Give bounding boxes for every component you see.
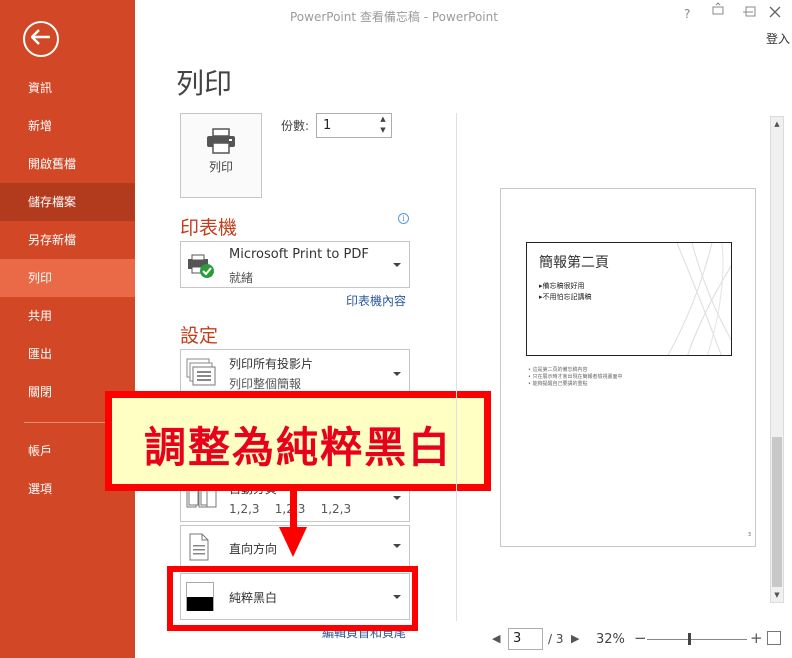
sidebar-item-print[interactable]: 列印 [0, 259, 135, 297]
sidebar-item-info[interactable]: 資訊 [0, 69, 135, 107]
previous-page-icon[interactable]: ◀ [492, 632, 500, 645]
slides-range-sub: 列印整個簡報 [229, 377, 302, 391]
maximize-button[interactable] [745, 6, 757, 21]
maximize-icon [745, 6, 757, 21]
printer-name: Microsoft Print to PDF [229, 247, 369, 262]
chevron-down-icon [393, 262, 401, 267]
ribbon-display-icon [712, 2, 724, 19]
slide-thumbnail: 簡報第二頁 ▸備忘稿很好用 ▸不用怕忘記講稿 [526, 242, 732, 356]
zoom-slider-thumb[interactable] [688, 633, 691, 645]
page-number-input[interactable]: 3 [508, 628, 543, 650]
slide-bullet: ▸備忘稿很好用 [539, 282, 585, 290]
portrait-page-icon [189, 533, 209, 565]
pdf-printer-icon [186, 253, 216, 283]
chevron-down-icon [393, 544, 401, 548]
annotation-callout: 調整為純粹黑白 [105, 391, 491, 491]
copies-label: 份數: [281, 119, 310, 133]
annotation-highlight-box [167, 566, 418, 631]
spin-up-icon[interactable]: ▲ [375, 114, 391, 125]
print-button[interactable]: 列印 [180, 113, 262, 198]
zoom-level[interactable]: 32% [596, 632, 625, 647]
spin-down-icon[interactable]: ▼ [375, 125, 391, 136]
notes-line: • 能夠提醒自己要講的重點 [528, 381, 588, 387]
chevron-down-icon [393, 372, 401, 376]
scroll-up-icon[interactable]: ▲ [771, 117, 783, 131]
printer-heading: 印表機 [180, 217, 238, 239]
scroll-thumb[interactable] [772, 437, 782, 587]
scroll-down-icon[interactable]: ▼ [771, 588, 783, 602]
annotation-callout-box: 調整為純粹黑白 [112, 398, 484, 484]
backstage-sidebar: 資訊 新增 開啟舊檔 儲存檔案 另存新檔 列印 共用 匯出 關閉 帳戶 選項 [0, 0, 135, 658]
copies-stepper[interactable]: 1 ▲ ▼ [316, 113, 392, 138]
slides-stack-icon [186, 358, 216, 392]
ribbon-display-button[interactable] [712, 2, 724, 19]
settings-heading: 設定 [180, 325, 219, 347]
preview-page-number: 3 [747, 532, 751, 538]
slide-bullet-text: 不用怕忘記講稿 [542, 293, 592, 301]
slide-bullet-text: 備忘稿很好用 [542, 282, 585, 290]
notes-text: 能夠提醒自己要講的重點 [532, 381, 588, 387]
annotation-arrow-head [279, 527, 307, 557]
sign-in-link[interactable]: 登入 [766, 30, 790, 47]
copies-value: 1 [323, 118, 332, 133]
annotation-arrow-shaft [290, 491, 297, 531]
help-button[interactable]: ? [684, 7, 690, 21]
printer-dropdown[interactable]: Microsoft Print to PDF 就緒 [180, 241, 410, 288]
notes-line: • 只在展示時才會出現在簡報者檢視畫面中 [528, 374, 623, 380]
zoom-out-icon[interactable]: − [634, 629, 647, 647]
sidebar-item-open[interactable]: 開啟舊檔 [0, 145, 135, 183]
chevron-down-icon [393, 496, 401, 500]
close-window-button[interactable] [769, 6, 781, 21]
page-title: 列印 [176, 67, 233, 100]
close-icon [769, 6, 781, 21]
copies-arrows[interactable]: ▲ ▼ [375, 114, 391, 137]
sidebar-item-save[interactable]: 儲存檔案 [0, 183, 135, 221]
preview-divider [456, 113, 457, 621]
print-button-label: 列印 [208, 160, 233, 174]
print-preview-page: 簡報第二頁 ▸備忘稿很好用 ▸不用怕忘記講稿 • 這是第二頁的備忘稿內容 • 只… [500, 188, 756, 547]
zoom-slider-track[interactable] [647, 639, 747, 640]
fit-to-window-icon[interactable] [767, 631, 781, 645]
orientation-main: 直向方向 [229, 542, 278, 556]
window-title: PowerPoint 查看備忘稿 - PowerPoint [290, 10, 498, 24]
notes-line: • 這是第二頁的備忘稿內容 [528, 367, 588, 373]
preview-scrollbar[interactable]: ▲ ▼ [770, 116, 784, 603]
back-button[interactable] [23, 21, 59, 57]
total-pages: / 3 [548, 632, 564, 646]
slide-title: 簡報第二頁 [539, 255, 609, 271]
sidebar-item-new[interactable]: 新增 [0, 107, 135, 145]
slide-bullet: ▸不用怕忘記講稿 [539, 293, 592, 301]
printer-status: 就緒 [229, 271, 254, 285]
slides-range-main: 列印所有投影片 [229, 357, 314, 371]
sidebar-item-save-as[interactable]: 另存新檔 [0, 221, 135, 259]
sidebar-item-share[interactable]: 共用 [0, 297, 135, 335]
zoom-in-icon[interactable]: + [750, 629, 763, 647]
printer-properties-link[interactable]: 印表機內容 [346, 292, 406, 309]
back-arrow-icon [30, 29, 51, 49]
next-page-icon[interactable]: ▶ [571, 632, 579, 645]
sidebar-item-export[interactable]: 匯出 [0, 335, 135, 373]
annotation-callout-text: 調整為純粹黑白 [143, 423, 452, 472]
info-icon[interactable]: i [398, 213, 409, 224]
